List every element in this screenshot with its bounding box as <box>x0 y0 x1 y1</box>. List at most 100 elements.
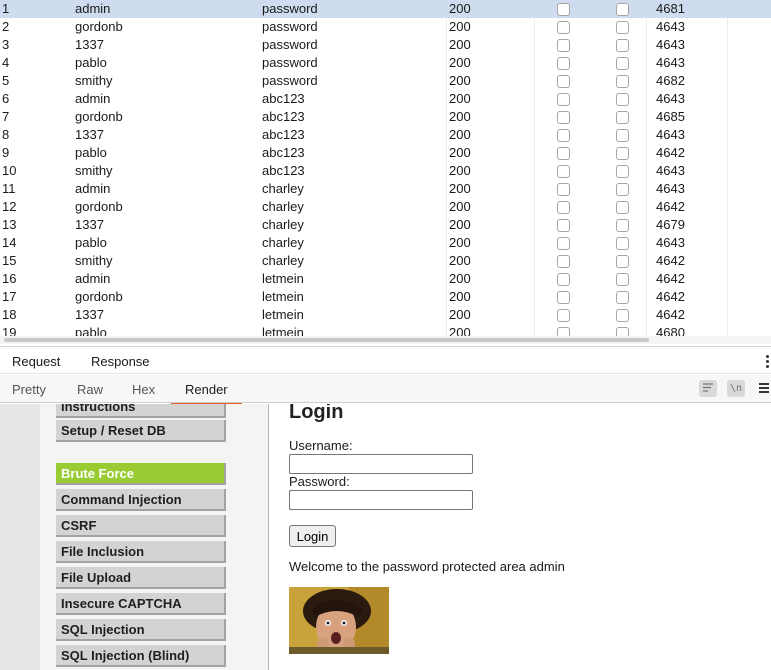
menu-sql-injection[interactable]: SQL Injection <box>56 619 226 641</box>
table-row[interactable]: 6 admin abc123 200 4643 <box>0 90 771 108</box>
word-wrap-icon[interactable] <box>699 380 717 397</box>
table-row[interactable]: 13 1337 charley 200 4679 <box>0 216 771 234</box>
menu-brute-force[interactable]: Brute Force <box>56 463 226 485</box>
timeout-checkbox <box>616 291 629 304</box>
status-cell: 200 <box>449 145 471 160</box>
password-cell: abc123 <box>262 163 305 178</box>
password-cell: password <box>262 1 318 16</box>
username-cell: admin <box>75 271 111 286</box>
table-row[interactable]: 18 1337 letmein 200 4642 <box>0 306 771 324</box>
table-row[interactable]: 10 smithy abc123 200 4643 <box>0 162 771 180</box>
row-number: 17 <box>2 289 17 304</box>
row-number: 18 <box>2 307 17 322</box>
timeout-checkbox <box>616 309 629 322</box>
length-cell: 4643 <box>656 235 685 250</box>
menu-sql-injection-blind[interactable]: SQL Injection (Blind) <box>56 645 226 667</box>
menu-instructions[interactable]: Instructions <box>56 404 226 418</box>
password-cell: password <box>262 55 318 70</box>
table-row[interactable]: 8 1337 abc123 200 4643 <box>0 126 771 144</box>
login-heading: Login <box>289 404 344 423</box>
horizontal-scrollbar-thumb[interactable] <box>4 338 649 342</box>
length-cell: 4642 <box>656 145 685 160</box>
menu-setup-reset-db[interactable]: Setup / Reset DB <box>56 420 226 442</box>
timeout-checkbox <box>616 219 629 232</box>
table-row[interactable]: 2 gordonb password 200 4643 <box>0 18 771 36</box>
newline-icon[interactable]: \n <box>727 380 745 397</box>
password-cell: password <box>262 37 318 52</box>
row-number: 12 <box>2 199 17 214</box>
username-cell: pablo <box>75 325 107 336</box>
length-cell: 4643 <box>656 55 685 70</box>
length-cell: 4642 <box>656 289 685 304</box>
table-row[interactable]: 7 gordonb abc123 200 4685 <box>0 108 771 126</box>
password-input[interactable] <box>289 490 473 510</box>
table-row[interactable]: 12 gordonb charley 200 4642 <box>0 198 771 216</box>
table-row[interactable]: 15 smithy charley 200 4642 <box>0 252 771 270</box>
tab-render[interactable]: Render <box>171 382 242 405</box>
username-cell: 1337 <box>75 307 104 322</box>
status-cell: 200 <box>449 253 471 268</box>
table-row[interactable]: 14 pablo charley 200 4643 <box>0 234 771 252</box>
password-cell: abc123 <box>262 127 305 142</box>
more-options-icon[interactable] <box>766 355 770 369</box>
timeout-checkbox <box>616 21 629 34</box>
tab-raw[interactable]: Raw <box>77 382 103 397</box>
error-checkbox <box>557 129 570 142</box>
status-cell: 200 <box>449 199 471 214</box>
table-row[interactable]: 5 smithy password 200 4682 <box>0 72 771 90</box>
table-row[interactable]: 19 pablo letmein 200 4680 <box>0 324 771 336</box>
tab-response[interactable]: Response <box>77 354 163 377</box>
error-checkbox <box>557 255 570 268</box>
tab-pretty[interactable]: Pretty <box>12 382 46 397</box>
username-cell: smithy <box>75 73 113 88</box>
timeout-checkbox <box>616 93 629 106</box>
tab-request[interactable]: Request <box>12 354 60 369</box>
username-cell: gordonb <box>75 109 123 124</box>
length-cell: 4680 <box>656 325 685 336</box>
row-number: 14 <box>2 235 17 250</box>
table-row[interactable]: 9 pablo abc123 200 4642 <box>0 144 771 162</box>
status-cell: 200 <box>449 55 471 70</box>
password-cell: charley <box>262 235 304 250</box>
length-cell: 4642 <box>656 199 685 214</box>
menu-file-inclusion[interactable]: File Inclusion <box>56 541 226 563</box>
login-button[interactable]: Login <box>289 525 336 547</box>
username-cell: admin <box>75 1 111 16</box>
password-cell: letmein <box>262 307 304 322</box>
table-row[interactable]: 16 admin letmein 200 4642 <box>0 270 771 288</box>
username-cell: pablo <box>75 235 107 250</box>
menu-csrf[interactable]: CSRF <box>56 515 226 537</box>
status-cell: 200 <box>449 73 471 88</box>
username-cell: pablo <box>75 55 107 70</box>
username-cell: 1337 <box>75 217 104 232</box>
table-row[interactable]: 3 1337 password 200 4643 <box>0 36 771 54</box>
row-number: 7 <box>2 109 10 124</box>
password-cell: password <box>262 19 318 34</box>
table-row[interactable]: 17 gordonb letmein 200 4642 <box>0 288 771 306</box>
username-cell: admin <box>75 181 111 196</box>
row-number: 3 <box>2 37 10 52</box>
length-cell: 4642 <box>656 307 685 322</box>
menu-icon[interactable] <box>759 383 769 393</box>
tab-hex[interactable]: Hex <box>132 382 155 397</box>
table-row[interactable]: 1 admin password 200 4681 <box>0 0 771 18</box>
rendered-response: Instructions Setup / Reset DB Brute Force C… <box>0 404 771 670</box>
timeout-checkbox <box>616 183 629 196</box>
password-cell: charley <box>262 253 304 268</box>
table-row[interactable]: 11 admin charley 200 4643 <box>0 180 771 198</box>
error-checkbox <box>557 219 570 232</box>
timeout-checkbox <box>616 237 629 250</box>
view-tabs: Pretty Raw Hex Render \n <box>0 375 771 405</box>
password-cell: password <box>262 73 318 88</box>
row-number: 15 <box>2 253 17 268</box>
username-input[interactable] <box>289 454 473 474</box>
menu-command-injection[interactable]: Command Injection <box>56 489 226 511</box>
menu-insecure-captcha[interactable]: Insecure CAPTCHA <box>56 593 226 615</box>
menu-file-upload[interactable]: File Upload <box>56 567 226 589</box>
length-cell: 4682 <box>656 73 685 88</box>
length-cell: 4643 <box>656 163 685 178</box>
table-row[interactable]: 4 pablo password 200 4643 <box>0 54 771 72</box>
password-cell: abc123 <box>262 145 305 160</box>
status-cell: 200 <box>449 217 471 232</box>
length-cell: 4681 <box>656 1 685 16</box>
